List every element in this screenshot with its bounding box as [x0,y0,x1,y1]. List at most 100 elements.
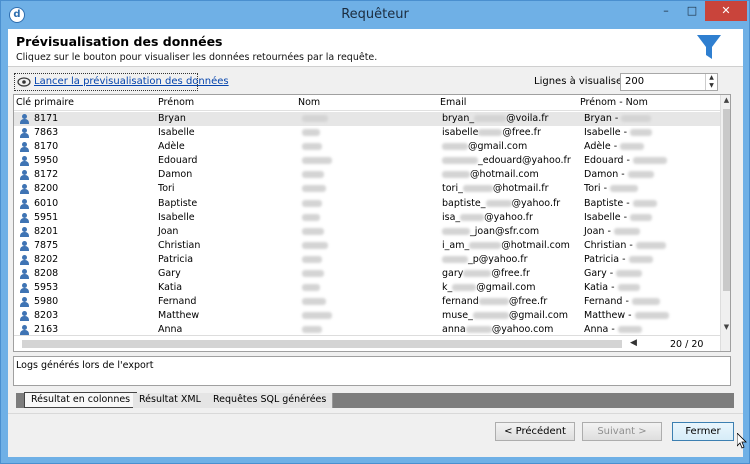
table-row[interactable]: 7875 Christian i_am_ @hotmail.com Christian … [14,239,720,253]
table-row[interactable]: 5950 Edouard _edouard@yahoo.fr Edouard - [14,154,720,168]
email-suffix: @gmail.com [476,282,536,294]
table-row[interactable]: 8203 Matthew muse_ @gmail.com Matthew - [14,309,720,323]
cell-full-name: Gary - [584,268,643,279]
cell-email: @hotmail.com [442,169,539,180]
cell-first-name: Joan [158,225,179,237]
cell-full-name: Tori - [584,183,639,194]
table-row[interactable]: 5980 Fernand fernand @free.fr Fernand - [14,295,720,309]
horizontal-scroll-thumb[interactable] [22,340,622,348]
email-prefix: isa_ [442,211,461,223]
cell-last-name [302,324,322,335]
user-icon [20,226,29,237]
cell-primary-key: 6010 [34,197,59,209]
column-header-full-name[interactable]: Prénom - Nom [580,97,648,108]
next-button[interactable]: Suivant > [582,422,662,441]
maximize-button[interactable]: □ [679,1,705,21]
data-preview-grid[interactable]: Clé primaire Prénom Nom Email Prénom - N… [13,94,731,352]
email-suffix: @yahoo.com [491,324,554,336]
cell-full-name: Christian - [584,240,666,251]
full-name-prefix: Bryan - [584,113,619,124]
launch-preview-link[interactable]: Lancer la prévisualisation des données [34,76,229,87]
table-row[interactable]: 5951 Isabelle isa_ @yahoo.fr Isabelle - [14,211,720,225]
export-logs-label: Logs générés lors de l'export [16,360,154,371]
minimize-button[interactable]: – [653,1,679,21]
preview-link-box[interactable]: Lancer la prévisualisation des données [14,73,229,91]
export-logs-panel[interactable]: Logs générés lors de l'export [13,356,731,386]
table-row[interactable]: 8208 Gary gary @free.fr Gary - [14,267,720,281]
requeteur-window: d Requêteur – □ ✕ Prévisualisation des d… [0,0,750,464]
cell-last-name [302,268,324,279]
cell-last-name [302,169,324,180]
lines-to-view-input[interactable]: 200 [620,73,718,91]
table-row[interactable]: 8170 Adèle @gmail.com Adèle - [14,140,720,154]
footer-divider [8,413,743,414]
window-title: Requêteur [341,7,409,22]
tab-columns-result[interactable]: Résultat en colonnes [24,392,138,408]
email-prefix: bryan_ [442,113,475,124]
email-suffix: @hotmail.com [470,169,539,181]
horizontal-scrollbar[interactable]: ◀ 20 / 20 [14,335,720,351]
close-button[interactable]: Fermer [672,422,734,441]
table-row[interactable]: 7863 Isabelle isabelle @free.fr Isabelle - [14,126,720,140]
cell-email: muse_ @gmail.com [442,310,568,321]
cell-email: @gmail.com [442,141,527,152]
email-suffix: _joan@sfr.com [470,225,540,237]
email-prefix: tori_ [442,183,463,195]
title-bar[interactable]: d Requêteur – □ ✕ [1,1,749,29]
table-row[interactable]: 8171 Bryan bryan_ @voila.fr Bryan - [14,112,720,127]
previous-button[interactable]: < Précédent [495,422,575,441]
close-window-button[interactable]: ✕ [705,1,747,21]
vertical-scrollbar[interactable]: ▲ ▼ [720,95,730,351]
vertical-scroll-thumb[interactable] [723,109,730,291]
cell-last-name [302,155,332,166]
table-row[interactable]: 8172 Damon @hotmail.com Damon - [14,168,720,182]
email-suffix: @yahoo.fr [511,197,561,209]
email-prefix: fernand [442,296,479,308]
cell-first-name: Anna [158,324,183,336]
cell-email: fernand @free.fr [442,296,547,307]
scroll-down-icon[interactable]: ▼ [721,323,730,331]
cell-first-name: Bryan [158,113,186,124]
page-title: Prévisualisation des données [16,34,223,49]
column-header-primary-key[interactable]: Clé primaire [16,97,74,108]
table-row[interactable]: 8201 Joan _joan@sfr.com Joan - [14,225,720,239]
full-name-prefix: Isabelle - [584,127,628,139]
cell-primary-key: 8202 [34,253,59,265]
cell-full-name: Patricia - [584,254,653,265]
full-name-prefix: Christian - [584,239,633,251]
table-row[interactable]: 8202 Patricia _p@yahoo.fr Patricia - [14,253,720,267]
user-icon [20,212,29,223]
user-icon [20,114,29,124]
cell-first-name: Gary [158,268,181,280]
cell-primary-key: 8208 [34,268,59,280]
full-name-prefix: Damon - [584,169,625,181]
tab-generated-sql[interactable]: Requêtes SQL générées [207,393,334,408]
full-name-prefix: Isabelle - [584,211,628,223]
cell-first-name: Matthew [158,310,200,322]
full-name-prefix: Edouard - [584,155,630,167]
filter-funnel-icon [697,35,721,59]
cell-first-name: Katia [158,282,183,294]
column-header-first-name[interactable]: Prénom [158,97,194,108]
cell-primary-key: 5951 [34,211,59,223]
cell-email: k_ @gmail.com [442,282,535,293]
spinner-up-icon[interactable]: ▲ [706,74,717,82]
tab-xml-result[interactable]: Résultat XML [133,393,208,408]
table-row[interactable]: 6010 Baptiste baptiste_ @yahoo.fr Baptiste - [14,197,720,211]
spinner-down-icon[interactable]: ▼ [706,82,717,90]
cell-full-name: Isabelle - [584,127,653,139]
cell-primary-key: 8172 [34,169,59,181]
cell-primary-key: 5953 [34,282,59,294]
column-header-email[interactable]: Email [440,97,466,108]
cell-last-name [302,212,320,223]
table-row[interactable]: 5953 Katia k_ @gmail.com Katia - [14,281,720,295]
scroll-left-icon[interactable]: ◀ [630,338,637,348]
scroll-up-icon[interactable]: ▲ [721,96,730,104]
lines-spinner[interactable]: ▲ ▼ [705,74,717,90]
result-tabs: Résultat en colonnes Résultat XML Requêt… [16,392,734,408]
column-header-last-name[interactable]: Nom [298,97,320,108]
email-suffix: @free.fr [502,127,541,139]
full-name-prefix: Joan - [584,225,611,237]
cell-last-name [302,113,328,124]
table-row[interactable]: 8200 Tori tori_ @hotmail.fr Tori - [14,182,720,196]
